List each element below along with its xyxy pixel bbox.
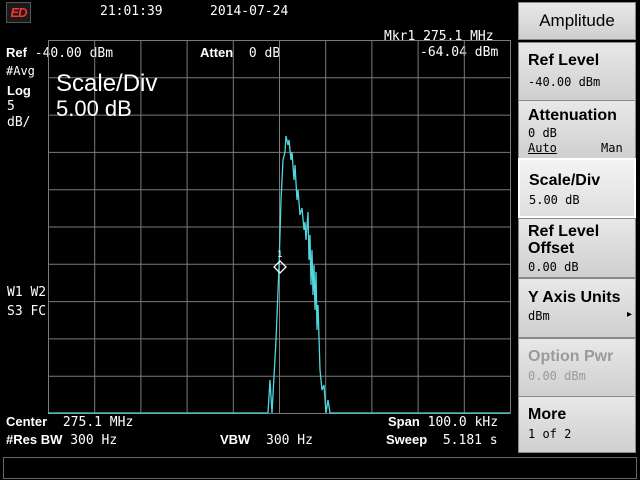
spectrum-screen: ED 21:01:39 2014-07-24 Mkr1 275.1 MHz Re… [0,0,516,453]
more-softkey[interactable]: More 1 of 2 [518,396,636,453]
logo-text: ED [10,5,27,20]
attenuation-label: Attenuation [528,107,617,124]
center-label: Center [6,414,48,429]
app-logo: ED [6,2,31,23]
annotation-title: Scale/Div [56,70,158,97]
scale-div-value: 5.00 dB [529,193,580,207]
more-label: More [528,406,567,423]
marker-number: 1 [277,250,282,260]
ref-level-value: -40.00 dBm [528,75,601,89]
attenuation-man: Man [601,141,623,155]
top-status-bar: ED 21:01:39 2014-07-24 [0,0,516,24]
vbw-label: VBW [220,432,251,447]
trace-state-1: W1 W2 [7,285,47,300]
attenuation-softkey[interactable]: Attenuation 0 dB Auto Man [518,100,636,160]
option-pwr-softkey[interactable]: Option Pwr 0.00 dBm [518,338,636,398]
status-bar [0,455,640,480]
ref-offset-label-2: Offset [528,240,575,257]
ref-label: Ref [6,45,27,60]
span-label: Span [388,414,420,429]
scale-unit: dB/ [7,115,31,130]
scale-div-softkey[interactable]: Scale/Div 5.00 dB [518,158,636,218]
ref-offset-value: 0.00 dB [528,260,579,274]
avg-indicator: #Avg [6,64,35,78]
ref-level-softkey[interactable]: Ref Level -40.00 dBm [518,42,636,102]
sweep-value: 5.181 s [442,433,498,448]
annotation-value: 5.00 dB [56,96,132,121]
scale-div-label: Scale/Div [529,172,601,189]
y-axis-units-value: dBm [528,309,550,323]
y-axis-units-label: Y Axis Units [528,289,621,306]
span-value: 100.0 kHz [427,415,499,430]
clock-date: 2014-07-24 [210,4,289,19]
ref-level-label: Ref Level [528,52,600,69]
attenuation-value: 0 dB [528,126,557,140]
clock-time: 21:01:39 [100,4,163,19]
center-value: 275.1 MHz [62,415,134,430]
sweep-label: Sweep [386,432,428,447]
more-value: 1 of 2 [528,427,572,441]
softkey-panel: Amplitude Ref Level -40.00 dBm Attenuati… [518,0,640,453]
submenu-arrow-icon: ▸ [626,309,632,320]
vbw-value: 300 Hz [266,433,313,448]
y-axis-units-softkey[interactable]: Y Axis Units dBm ▸ [518,278,636,338]
menu-title: Amplitude [518,2,636,40]
option-pwr-value: 0.00 dBm [528,369,586,383]
attenuation-auto: Auto [528,141,557,155]
ref-offset-label-1: Ref Level [528,223,600,240]
log-indicator: Log [7,83,31,98]
trace-state-2: S3 FC [7,304,47,319]
rbw-value: 300 Hz [70,433,118,448]
rbw-label: #Res BW [6,432,63,447]
option-pwr-label: Option Pwr [528,348,614,365]
status-message [3,457,637,479]
ref-offset-softkey[interactable]: Ref Level Offset 0.00 dB [518,218,636,278]
scale-number: 5 [7,99,15,114]
